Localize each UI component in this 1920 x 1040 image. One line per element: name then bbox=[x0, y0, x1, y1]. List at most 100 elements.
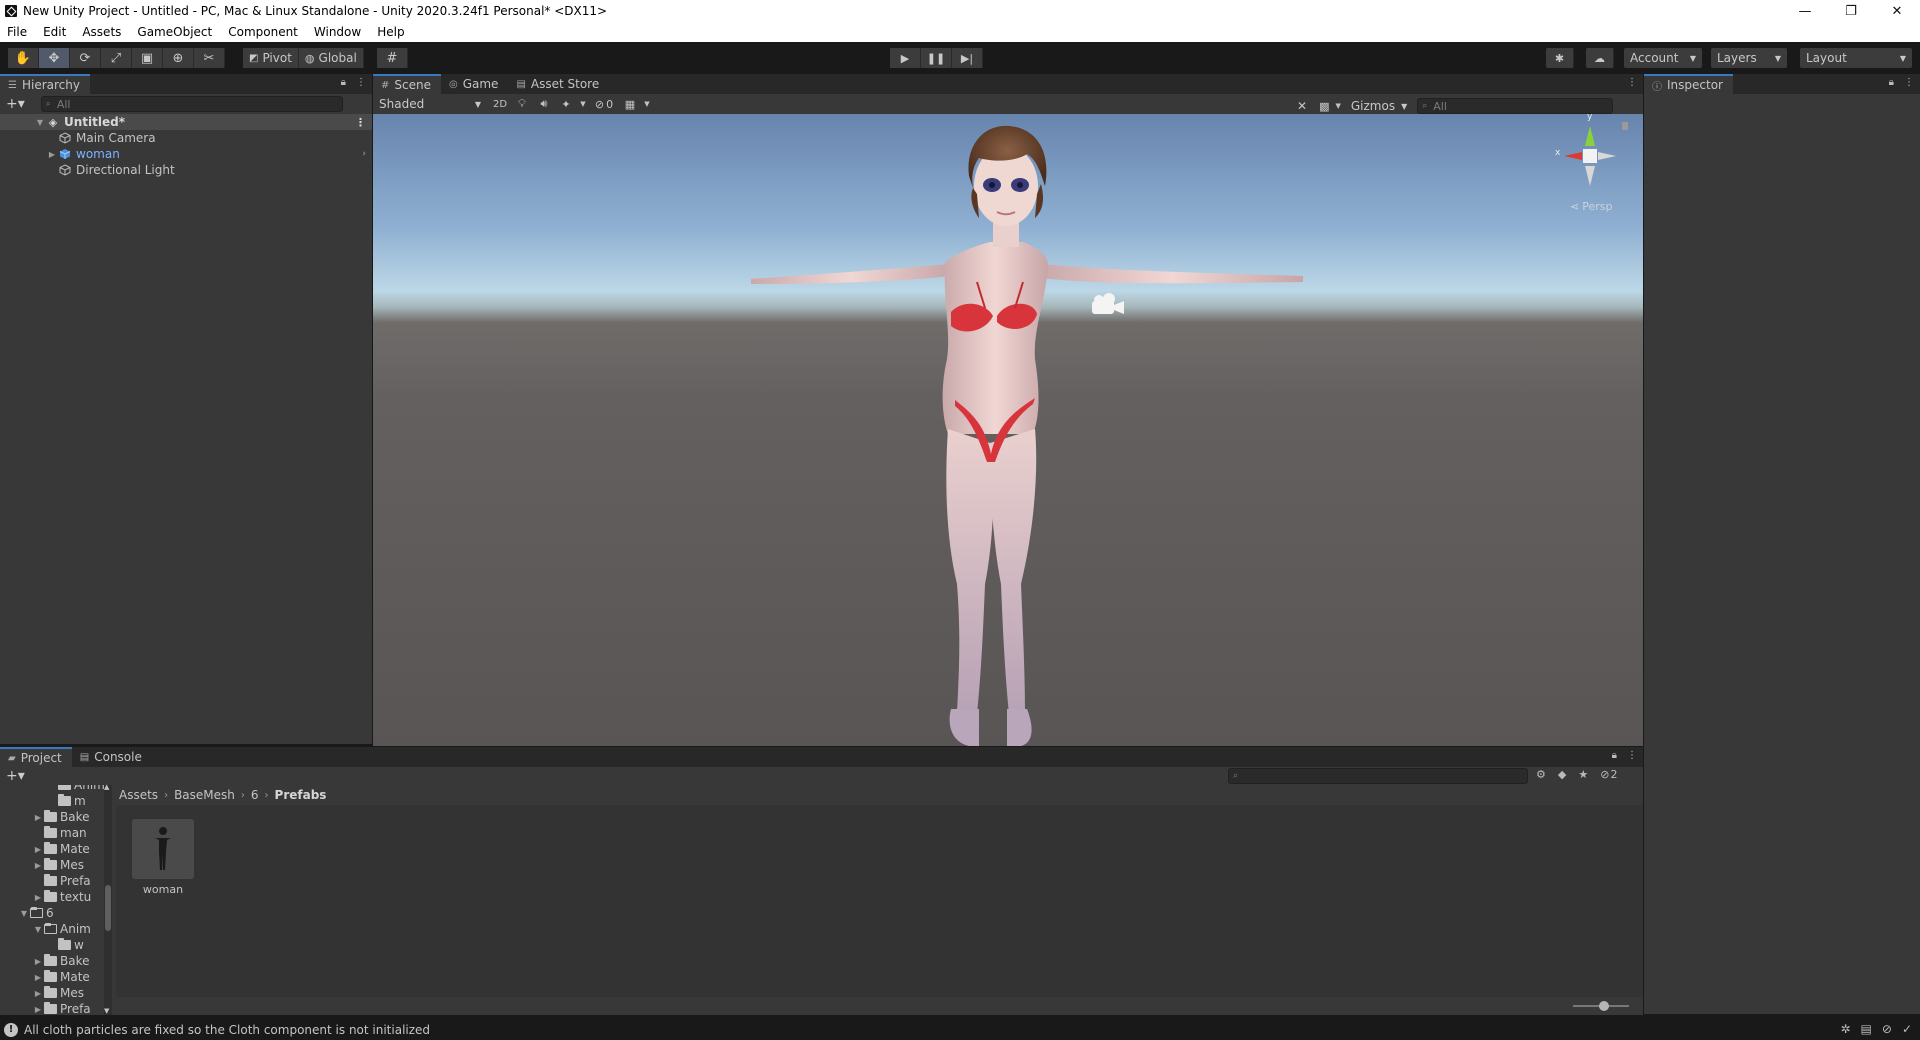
create-button[interactable]: +▾ bbox=[6, 96, 25, 112]
menu-window[interactable]: Window bbox=[306, 25, 369, 39]
filter-by-label-icon[interactable]: ◆ bbox=[1558, 768, 1566, 781]
play-button[interactable]: ▶ bbox=[890, 48, 921, 68]
auto-generate-lighting-icon[interactable]: ⊘ bbox=[1882, 1022, 1892, 1036]
icon-size-slider[interactable] bbox=[1573, 1001, 1629, 1011]
custom-tool-icon[interactable]: ✂ bbox=[194, 48, 225, 68]
hidden-objects-toggle[interactable]: ⊘ 0 bbox=[589, 98, 619, 111]
expand-arrow-icon[interactable]: ▶ bbox=[32, 861, 44, 870]
maximize-button[interactable]: ❐ bbox=[1828, 0, 1874, 22]
tab-inspector[interactable]: ⓘ Inspector bbox=[1644, 74, 1733, 94]
rect-tool-icon[interactable]: ▣ bbox=[132, 48, 163, 68]
global-toggle-button[interactable]: ◍ Global bbox=[298, 48, 364, 68]
menu-file[interactable]: File bbox=[0, 25, 35, 39]
tools-icon[interactable]: ✕ bbox=[1297, 99, 1307, 113]
chevron-down-icon[interactable]: ▼ bbox=[577, 100, 589, 108]
orientation-gizmo[interactable]: y x ⋖ Persp bbox=[1550, 114, 1630, 216]
folder-tree-item[interactable]: ▶ Bake bbox=[0, 809, 114, 825]
rotate-tool-icon[interactable]: ⟳ bbox=[70, 48, 101, 68]
move-tool-icon[interactable]: ✥ bbox=[39, 48, 70, 68]
lock-icon[interactable]: 🔒︎ bbox=[341, 77, 346, 88]
expand-arrow-icon[interactable]: ▶ bbox=[32, 989, 44, 998]
transform-tool-icon[interactable]: ⊕ bbox=[163, 48, 194, 68]
menu-help[interactable]: Help bbox=[369, 25, 412, 39]
menu-gameobject[interactable]: GameObject bbox=[129, 25, 220, 39]
gizmos-dropdown[interactable]: Gizmos ▼ bbox=[1346, 96, 1412, 116]
chevron-right-icon[interactable]: › bbox=[362, 149, 366, 159]
folder-tree-item[interactable]: Anim bbox=[0, 785, 114, 793]
cache-server-icon[interactable]: ▤ bbox=[1861, 1022, 1872, 1036]
folder-tree-item[interactable]: ▶ Mate bbox=[0, 841, 114, 857]
menu-edit[interactable]: Edit bbox=[35, 25, 74, 39]
scroll-down-icon[interactable]: ▼ bbox=[104, 1007, 109, 1015]
camera-gizmo-icon[interactable] bbox=[1088, 292, 1126, 318]
account-dropdown[interactable]: Account ▼ bbox=[1624, 48, 1702, 68]
scene-search-input[interactable]: ⌕ All bbox=[1417, 98, 1614, 114]
tab-hierarchy[interactable]: ☰ Hierarchy bbox=[0, 74, 90, 94]
folder-tree-item[interactable]: w bbox=[0, 937, 114, 953]
favorite-star-icon[interactable]: ★ bbox=[1578, 768, 1588, 781]
folder-tree-item[interactable]: ▶ textu bbox=[0, 889, 114, 905]
minimize-button[interactable]: — bbox=[1782, 0, 1828, 22]
tab-project[interactable]: ▰ Project bbox=[0, 747, 72, 767]
collab-icon[interactable]: ✱ bbox=[1546, 48, 1574, 68]
camera-icon[interactable]: ▩ bbox=[1319, 100, 1329, 113]
close-button[interactable]: ✕ bbox=[1874, 0, 1920, 22]
folder-tree-item[interactable]: man bbox=[0, 825, 114, 841]
cloud-icon[interactable]: ☁ bbox=[1586, 48, 1614, 68]
hierarchy-item-woman[interactable]: ▶ woman › bbox=[0, 146, 372, 162]
slider-knob[interactable] bbox=[1599, 1001, 1609, 1011]
layers-dropdown[interactable]: Layers ▼ bbox=[1711, 48, 1787, 68]
project-search-input[interactable]: ⌕ bbox=[1228, 768, 1528, 784]
folder-tree-item[interactable]: ▼ Anim bbox=[0, 921, 114, 937]
step-button[interactable]: ▶| bbox=[952, 48, 983, 68]
grid-snapping-icon[interactable]: # bbox=[377, 48, 408, 68]
hierarchy-item-main-camera[interactable]: Main Camera bbox=[0, 130, 372, 146]
lighting-icon[interactable]: 💡︎ bbox=[511, 97, 533, 111]
2d-toggle-button[interactable]: 2D bbox=[489, 99, 511, 110]
menu-assets[interactable]: Assets bbox=[74, 25, 129, 39]
hand-tool-icon[interactable]: ✋ bbox=[8, 48, 39, 68]
folder-tree-item[interactable]: ▼ 6 bbox=[0, 905, 114, 921]
layout-dropdown[interactable]: Layout ▼ bbox=[1800, 48, 1912, 68]
folder-tree-item[interactable]: ▶ Prefa bbox=[0, 1001, 114, 1015]
scroll-up-icon[interactable]: ▲ bbox=[104, 783, 109, 791]
chevron-down-icon[interactable]: ▼ bbox=[1335, 102, 1340, 110]
expand-arrow-icon[interactable]: ▼ bbox=[32, 925, 44, 934]
perspective-toggle[interactable]: ⋖ Persp bbox=[1570, 200, 1612, 213]
pause-button[interactable]: ❚❚ bbox=[921, 48, 952, 68]
expand-arrow-icon[interactable]: ▶ bbox=[32, 957, 44, 966]
lock-icon[interactable]: 🔒︎ bbox=[1889, 77, 1894, 88]
breadcrumb-prefabs[interactable]: Prefabs bbox=[275, 788, 327, 802]
folder-tree-scrollbar[interactable]: ▲ ▼ bbox=[104, 783, 112, 1015]
hidden-packages-toggle[interactable]: ⊘ 2 bbox=[1600, 768, 1617, 781]
debug-icon[interactable]: ✲ bbox=[1840, 1022, 1850, 1036]
hierarchy-item-directional-light[interactable]: Directional Light bbox=[0, 162, 372, 178]
expand-arrow-icon[interactable]: ▶ bbox=[32, 813, 44, 822]
create-button[interactable]: +▾ bbox=[6, 768, 25, 784]
expand-arrow-icon[interactable]: ▼ bbox=[18, 909, 30, 918]
audio-icon[interactable]: 🔊︎ bbox=[533, 97, 555, 111]
more-menu-icon[interactable]: ⋮ bbox=[1627, 77, 1637, 88]
scrollbar-thumb[interactable] bbox=[105, 885, 111, 931]
menu-component[interactable]: Component bbox=[220, 25, 306, 39]
expand-arrow-icon[interactable]: ▼ bbox=[34, 118, 46, 127]
more-menu-icon[interactable]: ⋮ bbox=[355, 116, 366, 129]
breadcrumb-6[interactable]: 6 bbox=[251, 788, 259, 802]
filter-by-type-icon[interactable]: ⚙ bbox=[1536, 768, 1546, 781]
more-menu-icon[interactable]: ⋮ bbox=[356, 77, 366, 88]
more-menu-icon[interactable]: ⋮ bbox=[1627, 750, 1637, 761]
folder-tree-item[interactable]: ▶ Mes bbox=[0, 985, 114, 1001]
folder-tree-item[interactable]: ▶ Mes bbox=[0, 857, 114, 873]
expand-arrow-icon[interactable]: ▶ bbox=[46, 150, 58, 159]
folder-tree-item[interactable]: Prefa bbox=[0, 873, 114, 889]
grid-icon[interactable]: ▦ bbox=[619, 98, 641, 111]
tab-asset-store[interactable]: ▤ Asset Store bbox=[508, 74, 610, 94]
breadcrumb-assets[interactable]: Assets bbox=[119, 788, 158, 802]
woman-character-model[interactable] bbox=[373, 114, 1643, 746]
scene-viewport[interactable]: y x ⋖ Persp bbox=[373, 114, 1643, 746]
expand-arrow-icon[interactable]: ▶ bbox=[32, 973, 44, 982]
expand-arrow-icon[interactable]: ▶ bbox=[32, 1005, 44, 1014]
chevron-down-icon[interactable]: ▼ bbox=[641, 100, 653, 108]
tab-console[interactable]: ▤ Console bbox=[71, 747, 152, 767]
lock-icon[interactable]: 🔒︎ bbox=[1612, 750, 1617, 761]
